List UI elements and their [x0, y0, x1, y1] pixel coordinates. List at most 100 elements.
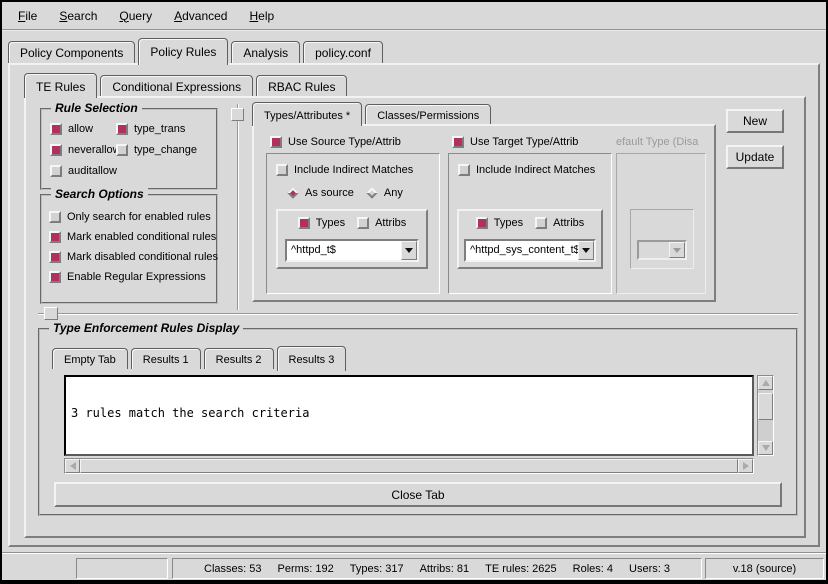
checkbox-indicator — [458, 164, 470, 176]
checkbox-mark-disabled-conditional[interactable]: Mark disabled conditional rules — [49, 251, 216, 263]
horizontal-sash-handle[interactable] — [44, 307, 58, 320]
chevron-down-icon — [669, 242, 685, 258]
checkbox-use-source-type[interactable]: Use Source Type/Attrib — [270, 136, 401, 148]
checkbox-indicator — [50, 165, 62, 177]
search-options-group: Search Options Only search for enabled r… — [40, 194, 218, 304]
checkbox-source-types[interactable]: Types — [298, 217, 345, 229]
arrow-left-icon[interactable] — [65, 459, 80, 473]
checkbox-source-indirect[interactable]: Include Indirect Matches — [276, 164, 413, 176]
source-type-combobox[interactable]: ^httpd_t$ — [285, 239, 419, 262]
tab-policy-components[interactable]: Policy Components — [8, 41, 135, 63]
new-button[interactable]: New — [726, 109, 784, 133]
checkbox-allow[interactable]: allow — [50, 123, 116, 135]
results-text-frame: 3 rules match the search criteria (5822)… — [64, 375, 754, 456]
checkbox-type-trans[interactable]: type_trans — [116, 123, 216, 135]
menu-file[interactable]: File — [7, 5, 48, 27]
radio-as-source[interactable]: As source — [287, 187, 354, 199]
vertical-sash-handle[interactable] — [231, 108, 244, 121]
policy-rules-page: TE Rules Conditional Expressions RBAC Ru… — [8, 63, 820, 547]
tab-results-3[interactable]: Results 3 — [277, 346, 347, 371]
menubar: File Search Query Advanced Help — [2, 2, 826, 31]
menu-help[interactable]: Help — [238, 5, 285, 27]
checkbox-only-enabled-rules[interactable]: Only search for enabled rules — [49, 211, 216, 223]
menu-search[interactable]: Search — [48, 5, 108, 27]
radio-indicator — [366, 187, 377, 198]
tab-empty[interactable]: Empty Tab — [52, 348, 128, 369]
results-tabs: Empty Tab Results 1 Results 2 Results 3 — [52, 344, 349, 369]
stat-types: Types: 317 — [350, 563, 404, 575]
arrow-down-icon[interactable] — [758, 441, 773, 455]
checkbox-indicator — [452, 136, 464, 148]
stat-users: Users: 3 — [629, 563, 670, 575]
checkbox-enable-regex[interactable]: Enable Regular Expressions — [49, 271, 216, 283]
checkbox-type-change[interactable]: type_change — [116, 144, 216, 156]
tab-results-1[interactable]: Results 1 — [131, 348, 201, 369]
results-text-area[interactable]: 3 rules match the search criteria (5822)… — [66, 377, 752, 454]
checkbox-indicator — [298, 217, 310, 229]
checkbox-use-target-type[interactable]: Use Target Type/Attrib — [452, 136, 578, 148]
types-attributes-page: Use Source Type/Attrib Include Indirect … — [252, 124, 716, 302]
statusbar-separator — [2, 552, 826, 554]
hscroll-thumb[interactable] — [80, 459, 738, 473]
close-tab-button[interactable]: Close Tab — [54, 482, 782, 507]
stat-attribs: Attribs: 81 — [420, 563, 470, 575]
target-criteria-frame: Include Indirect Matches Types Attribs ^… — [448, 153, 612, 294]
checkbox-target-types[interactable]: Types — [476, 217, 523, 229]
default-type-inner-frame — [630, 209, 694, 269]
update-button[interactable]: Update — [726, 145, 784, 169]
statusbar-message-panel — [76, 558, 168, 579]
default-type-label: efault Type (Disa — [616, 136, 708, 148]
checkbox-target-attribs[interactable]: Attribs — [535, 217, 584, 229]
apol-window: File Search Query Advanced Help Policy C… — [0, 0, 828, 584]
vertical-sash — [237, 104, 239, 310]
target-types-frame: Types Attribs ^httpd_sys_content_t$ — [457, 209, 603, 269]
checkbox-neverallow[interactable]: neverallow — [50, 144, 116, 156]
tab-rbac-rules[interactable]: RBAC Rules — [256, 75, 347, 96]
results-horizontal-scrollbar[interactable] — [64, 458, 754, 474]
tab-classes-permissions[interactable]: Classes/Permissions — [365, 104, 491, 124]
tab-results-2[interactable]: Results 2 — [204, 348, 274, 369]
target-type-combobox[interactable]: ^httpd_sys_content_t$ — [464, 239, 596, 262]
default-type-frame: efault Type (Disa — [616, 153, 706, 294]
default-type-combobox — [637, 240, 687, 260]
radio-any[interactable]: Any — [366, 187, 403, 199]
source-criteria-frame: Include Indirect Matches As source Any T… — [266, 153, 440, 294]
group-title: Type Enforcement Rules Display — [49, 321, 243, 335]
checkbox-indicator — [50, 123, 62, 135]
source-types-frame: Types Attribs ^httpd_t$ — [276, 209, 428, 269]
menu-advanced[interactable]: Advanced — [163, 5, 238, 27]
te-rules-page: Rule Selection allow type_trans neverall… — [24, 96, 806, 538]
stat-roles: Roles: 4 — [573, 563, 613, 575]
checkbox-indicator — [535, 217, 547, 229]
tab-conditional-expressions[interactable]: Conditional Expressions — [100, 75, 253, 96]
checkbox-auditallow[interactable]: auditallow — [50, 165, 116, 177]
tab-te-rules[interactable]: TE Rules — [24, 73, 97, 98]
checkbox-source-attribs[interactable]: Attribs — [357, 217, 406, 229]
checkbox-indicator — [476, 217, 488, 229]
tab-policy-rules[interactable]: Policy Rules — [138, 38, 228, 65]
te-rules-display-group: Type Enforcement Rules Display Empty Tab… — [38, 328, 798, 516]
stat-classes: Classes: 53 — [204, 563, 261, 575]
group-title: Rule Selection — [51, 101, 142, 115]
policy-version: v.18 (source) — [733, 563, 796, 575]
chevron-down-icon[interactable] — [401, 241, 417, 260]
statusbar-version-panel: v.18 (source) — [705, 558, 824, 579]
checkbox-indicator — [357, 217, 369, 229]
radio-indicator — [287, 187, 298, 198]
arrow-up-icon[interactable] — [758, 376, 773, 390]
arrow-right-icon[interactable] — [738, 459, 753, 473]
tab-policy-conf[interactable]: policy.conf — [303, 41, 383, 63]
checkbox-indicator — [116, 123, 128, 135]
checkbox-indicator — [49, 271, 61, 283]
checkbox-indicator — [50, 144, 62, 156]
checkbox-mark-enabled-conditional[interactable]: Mark enabled conditional rules — [49, 231, 216, 243]
statusbar-stats-panel: Classes: 53 Perms: 192 Types: 317 Attrib… — [172, 558, 702, 579]
checkbox-target-indirect[interactable]: Include Indirect Matches — [458, 164, 595, 176]
chevron-down-icon[interactable] — [578, 241, 594, 260]
menu-query[interactable]: Query — [108, 5, 163, 27]
tab-types-attributes[interactable]: Types/Attributes * — [252, 102, 362, 126]
vscroll-thumb[interactable] — [758, 393, 773, 420]
results-vertical-scrollbar[interactable] — [757, 375, 774, 456]
tab-analysis[interactable]: Analysis — [231, 41, 300, 63]
criteria-notebook-tabs: Types/Attributes * Classes/Permissions — [252, 100, 494, 124]
